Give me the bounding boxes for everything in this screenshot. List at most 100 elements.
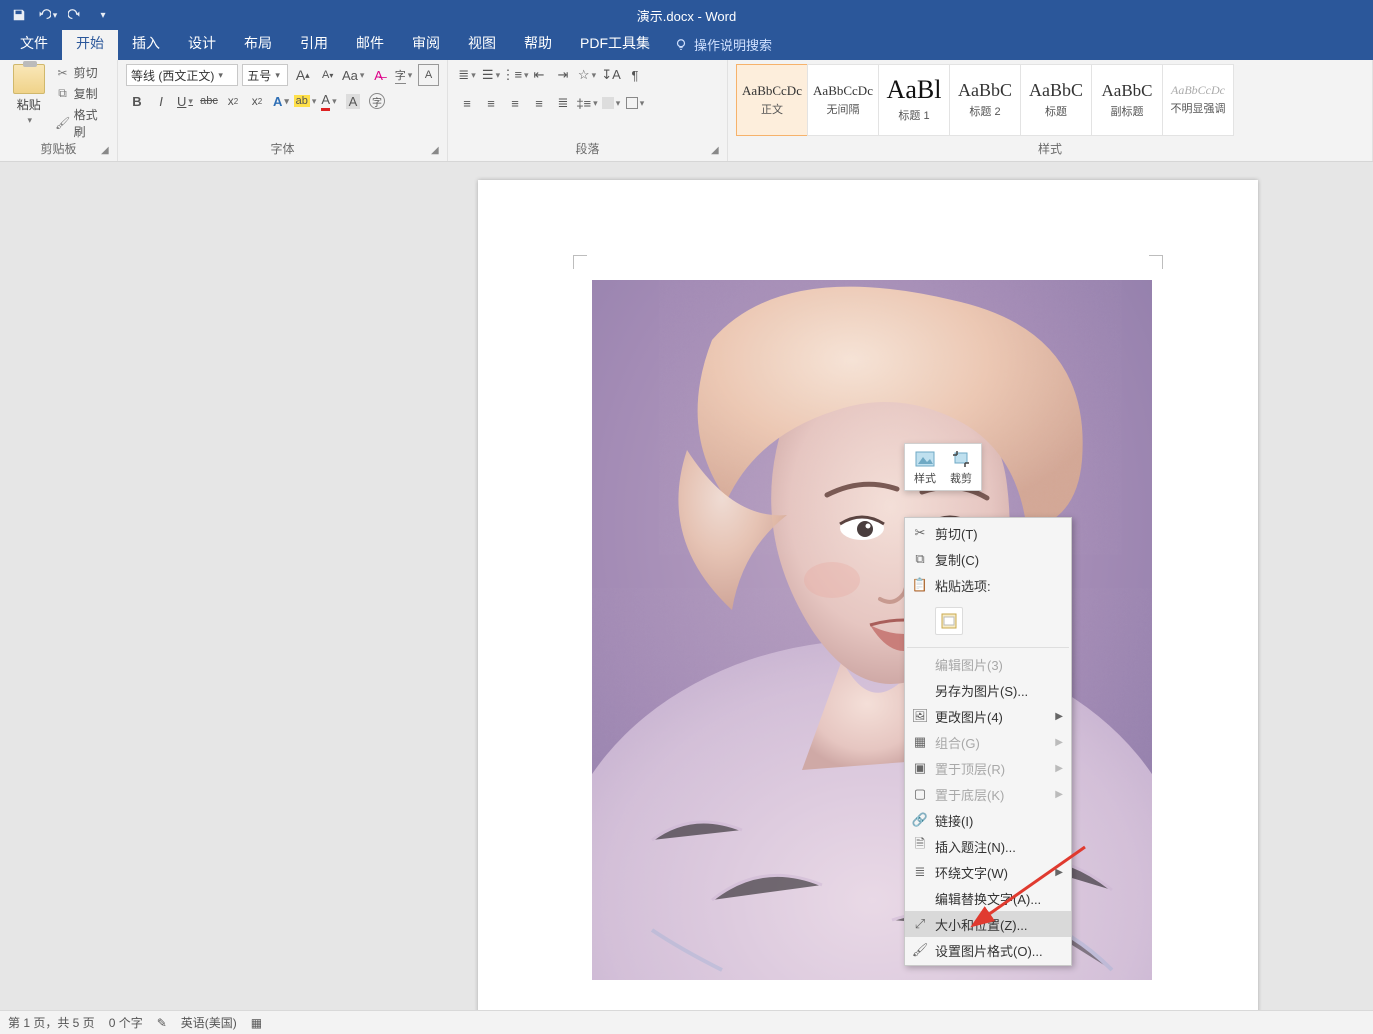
style-item-6[interactable]: AaBbCcDc不明显强调 [1162, 64, 1234, 136]
text-effects-button[interactable]: A▾ [270, 90, 292, 112]
paragraph-launcher[interactable]: ◢ [711, 145, 723, 157]
paste-option-picture[interactable] [935, 607, 963, 635]
phonetic-guide-button[interactable]: 字▾ [393, 64, 414, 86]
format-painter-button[interactable]: 🖌格式刷 [56, 106, 109, 140]
align-left-button[interactable]: ≡ [456, 92, 478, 114]
subscript-button[interactable]: x2 [222, 90, 244, 112]
status-page[interactable]: 第 1 页，共 5 页 [8, 1014, 95, 1031]
shrink-font-button[interactable]: A▾ [317, 64, 338, 86]
style-preview: AaBbC [958, 81, 1012, 99]
style-name: 标题 [1045, 103, 1067, 119]
tab-review[interactable]: 审阅 [398, 27, 454, 60]
mini-crop-button[interactable]: 裁剪 [946, 450, 976, 486]
char-shading-button[interactable]: A [342, 90, 364, 112]
tell-me-label: 操作说明搜索 [694, 35, 772, 54]
clear-formatting-button[interactable]: A̶ [368, 64, 389, 86]
status-language[interactable]: 英语(美国) [181, 1014, 237, 1031]
underline-button[interactable]: U▾ [174, 90, 196, 112]
picture-context-menu: ✂剪切(T) ⧉复制(C) 📋粘贴选项: 编辑图片(3) 另存为图片(S)...… [904, 517, 1072, 966]
distributed-button[interactable]: ≣ [552, 92, 574, 114]
cm-paste-options-label: 📋粘贴选项: [905, 572, 1071, 598]
superscript-button[interactable]: x2 [246, 90, 268, 112]
shading-button[interactable]: ▾ [600, 92, 622, 114]
font-name-combo[interactable]: 等线 (西文正文)▾ [126, 64, 238, 86]
italic-button[interactable]: I [150, 90, 172, 112]
undo-button[interactable]: ▾ [36, 4, 58, 26]
tab-help[interactable]: 帮助 [510, 27, 566, 60]
style-item-2[interactable]: AaBl标题 1 [878, 64, 950, 136]
tab-view[interactable]: 视图 [454, 27, 510, 60]
style-item-0[interactable]: AaBbCcDc正文 [736, 64, 808, 136]
ribbon-tabs: 文件 开始 插入 设计 布局 引用 邮件 审阅 视图 帮助 PDF工具集 操作说… [0, 30, 1373, 60]
change-case-button[interactable]: Aa▾ [342, 64, 364, 86]
wrap-text-icon: ≣ [911, 863, 929, 881]
cm-wrap-text[interactable]: ≣环绕文字(W)▶ [905, 859, 1071, 885]
paste-button[interactable]: 粘贴 ▾ [8, 64, 50, 126]
tab-mailings[interactable]: 邮件 [342, 27, 398, 60]
decrease-indent-button[interactable]: ⇤ [528, 64, 550, 86]
align-right-button[interactable]: ≡ [504, 92, 526, 114]
char-border-button[interactable]: A [418, 64, 439, 86]
macro-icon: ▦ [251, 1016, 262, 1030]
grow-font-button[interactable]: A▴ [292, 64, 313, 86]
increase-indent-button[interactable]: ⇥ [552, 64, 574, 86]
line-spacing-button[interactable]: ‡≡▾ [576, 92, 598, 114]
tab-home[interactable]: 开始 [62, 27, 118, 60]
enclose-char-button[interactable]: 字 [366, 90, 388, 112]
show-marks-button[interactable]: ¶ [624, 64, 646, 86]
document-area[interactable]: 样式 裁剪 ✂剪切(T) ⧉复制(C) 📋粘贴选项: 编辑图片(3) 另存为图片… [0, 162, 1373, 1010]
tab-file[interactable]: 文件 [6, 27, 62, 60]
ribbon: 粘贴 ▾ ✂剪切 ⧉复制 🖌格式刷 剪贴板 ◢ 等线 (西文正文)▾ 五号▾ A… [0, 60, 1373, 162]
page [478, 180, 1258, 1010]
style-item-1[interactable]: AaBbCcDc无间隔 [807, 64, 879, 136]
numbering-button[interactable]: ☰▾ [480, 64, 502, 86]
copy-button[interactable]: ⧉复制 [56, 85, 109, 102]
cm-link[interactable]: 🔗链接(I) [905, 807, 1071, 833]
qat-customize-button[interactable]: ▾ [92, 4, 114, 26]
multilevel-button[interactable]: ⋮≡▾ [504, 64, 526, 86]
tell-me-search[interactable]: 操作说明搜索 [664, 29, 782, 60]
bullets-button[interactable]: ≣▾ [456, 64, 478, 86]
tab-design[interactable]: 设计 [174, 27, 230, 60]
tab-insert[interactable]: 插入 [118, 27, 174, 60]
asian-layout-button[interactable]: ☆▾ [576, 64, 598, 86]
status-word-count[interactable]: 0 个字 [109, 1014, 143, 1031]
justify-button[interactable]: ≡ [528, 92, 550, 114]
redo-button[interactable] [64, 4, 86, 26]
paste-label: 粘贴 [17, 96, 41, 113]
cm-save-as-picture[interactable]: 另存为图片(S)... [905, 677, 1071, 703]
style-item-4[interactable]: AaBbC标题 [1020, 64, 1092, 136]
bold-button[interactable]: B [126, 90, 148, 112]
clipboard-launcher[interactable]: ◢ [101, 145, 113, 157]
tab-references[interactable]: 引用 [286, 27, 342, 60]
borders-button[interactable]: ▾ [624, 92, 646, 114]
style-item-5[interactable]: AaBbC副标题 [1091, 64, 1163, 136]
save-button[interactable] [8, 4, 30, 26]
font-color-button[interactable]: A▾ [318, 90, 340, 112]
cm-edit-alt-text[interactable]: 编辑替换文字(A)... [905, 885, 1071, 911]
cm-cut[interactable]: ✂剪切(T) [905, 520, 1071, 546]
cm-insert-caption[interactable]: 🗎插入题注(N)... [905, 833, 1071, 859]
group-paragraph-label: 段落 [456, 140, 719, 159]
picture-style-icon [914, 450, 936, 468]
group-font: 等线 (西文正文)▾ 五号▾ A▴ A▾ Aa▾ A̶ 字▾ A B I U▾ … [118, 60, 448, 161]
tab-pdf-tools[interactable]: PDF工具集 [566, 27, 664, 60]
cm-format-picture[interactable]: 🖌设置图片格式(O)... [905, 937, 1071, 963]
strikethrough-button[interactable]: abc [198, 90, 220, 112]
tab-layout[interactable]: 布局 [230, 27, 286, 60]
mini-style-button[interactable]: 样式 [910, 450, 940, 486]
cut-button[interactable]: ✂剪切 [56, 64, 109, 81]
highlight-button[interactable]: ab▾ [294, 90, 316, 112]
status-macro[interactable]: ▦ [251, 1016, 262, 1030]
status-proofing[interactable]: ✎ [157, 1016, 167, 1030]
margin-mark-tl [573, 255, 587, 269]
font-launcher[interactable]: ◢ [431, 145, 443, 157]
cm-change-picture[interactable]: 🖼更改图片(4)▶ [905, 703, 1071, 729]
styles-gallery[interactable]: AaBbCcDc正文AaBbCcDc无间隔AaBl标题 1AaBbC标题 2Aa… [736, 64, 1233, 136]
align-center-button[interactable]: ≡ [480, 92, 502, 114]
font-size-combo[interactable]: 五号▾ [242, 64, 288, 86]
style-item-3[interactable]: AaBbC标题 2 [949, 64, 1021, 136]
sort-button[interactable]: ↧A [600, 64, 622, 86]
cm-size-and-position[interactable]: ⤢大小和位置(Z)... [905, 911, 1071, 937]
cm-copy[interactable]: ⧉复制(C) [905, 546, 1071, 572]
